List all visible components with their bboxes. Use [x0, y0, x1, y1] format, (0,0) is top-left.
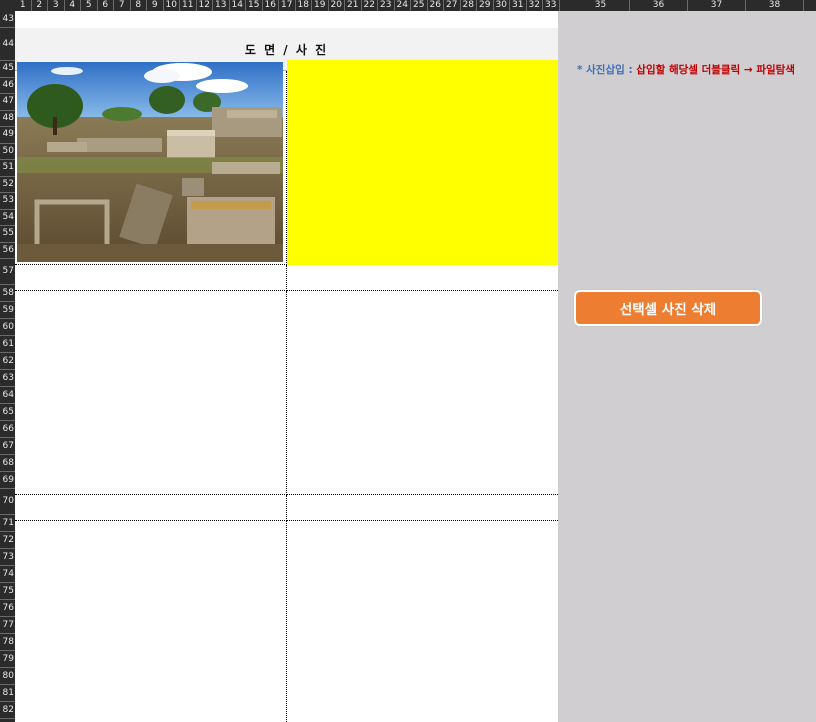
- row-header-75[interactable]: 75: [0, 583, 15, 600]
- row-header-45[interactable]: 45: [0, 61, 15, 78]
- row-header-51[interactable]: 51: [0, 160, 15, 177]
- column-header-32[interactable]: 32: [527, 0, 543, 11]
- column-header-25[interactable]: 25: [411, 0, 428, 11]
- column-header-1[interactable]: 1: [15, 0, 32, 11]
- row-header-54[interactable]: 54: [0, 210, 15, 226]
- row-header-55[interactable]: 55: [0, 226, 15, 243]
- row-header-59[interactable]: 59: [0, 302, 15, 319]
- photo-cell-right-3[interactable]: [287, 521, 558, 722]
- column-header-35[interactable]: 35: [572, 0, 630, 11]
- column-header-28[interactable]: 28: [461, 0, 477, 11]
- row-header-44[interactable]: 44: [0, 28, 15, 61]
- column-header-21[interactable]: 21: [345, 0, 362, 11]
- column-header-11[interactable]: 11: [180, 0, 197, 11]
- row-header-72[interactable]: 72: [0, 532, 15, 549]
- hint-prefix: * 사진삽입 :: [577, 64, 633, 76]
- row-header-61[interactable]: 61: [0, 336, 15, 353]
- row-header-70[interactable]: 70: [0, 489, 15, 515]
- row-header-48[interactable]: 48: [0, 111, 15, 127]
- row-header-66[interactable]: 66: [0, 421, 15, 438]
- column-header-3[interactable]: 3: [48, 0, 65, 11]
- row-header-65[interactable]: 65: [0, 404, 15, 421]
- row-header-60[interactable]: 60: [0, 319, 15, 336]
- row-header-82[interactable]: 82: [0, 702, 15, 719]
- column-header-5[interactable]: 5: [81, 0, 98, 11]
- row-header-57[interactable]: 57: [0, 259, 15, 285]
- ruins-photo-image: [17, 62, 283, 262]
- caption-cell-right-2[interactable]: [287, 495, 558, 521]
- column-header-37[interactable]: 37: [688, 0, 746, 11]
- row-header-63[interactable]: 63: [0, 370, 15, 387]
- row-header-52[interactable]: 52: [0, 177, 15, 193]
- sheet-grid[interactable]: 도 면 / 사 진: [15, 11, 558, 722]
- row-header-46[interactable]: 46: [0, 78, 15, 94]
- column-header-4[interactable]: 4: [65, 0, 81, 11]
- column-header-14[interactable]: 14: [230, 0, 246, 11]
- row-header-73[interactable]: 73: [0, 549, 15, 566]
- control-panel: * 사진삽입 : 삽입할 해당셀 더블클릭 → 파일탐색 선택셀 사진 삭제: [558, 11, 816, 722]
- column-header-26[interactable]: 26: [428, 0, 444, 11]
- row-header-50[interactable]: 50: [0, 144, 15, 160]
- column-header-31[interactable]: 31: [510, 0, 527, 11]
- column-header-10[interactable]: 10: [164, 0, 180, 11]
- column-header-bar: 1 2 3 4 5 6 7 8 9 10 11 12 13 14 15 16 17 18 19 20 21 22 23 24 2…: [0, 0, 816, 11]
- column-header-2[interactable]: 2: [32, 0, 48, 11]
- row-header-67[interactable]: 67: [0, 438, 15, 455]
- column-header-19[interactable]: 19: [312, 0, 329, 11]
- column-header-24[interactable]: 24: [395, 0, 411, 11]
- row-header-47[interactable]: 47: [0, 94, 15, 111]
- row-header-62[interactable]: 62: [0, 353, 15, 370]
- inserted-photo[interactable]: [17, 62, 283, 262]
- column-header-12[interactable]: 12: [197, 0, 213, 11]
- column-header-33[interactable]: 33: [543, 0, 560, 11]
- column-header-8[interactable]: 8: [131, 0, 147, 11]
- row-header-64[interactable]: 64: [0, 387, 15, 404]
- column-header-15[interactable]: 15: [246, 0, 263, 11]
- column-header-20[interactable]: 20: [329, 0, 345, 11]
- caption-cell-right[interactable]: [287, 265, 558, 291]
- row-header-71[interactable]: 71: [0, 515, 15, 532]
- column-header-17[interactable]: 17: [279, 0, 296, 11]
- column-header-13[interactable]: 13: [213, 0, 230, 11]
- column-header-30[interactable]: 30: [494, 0, 510, 11]
- row-header-68[interactable]: 68: [0, 455, 15, 472]
- row-header-77[interactable]: 77: [0, 617, 15, 634]
- delete-selected-photo-button[interactable]: 선택셀 사진 삭제: [574, 290, 762, 326]
- row-header-79[interactable]: 79: [0, 651, 15, 668]
- row-header-69[interactable]: 69: [0, 472, 15, 489]
- column-header-6[interactable]: 6: [98, 0, 114, 11]
- row-header-80[interactable]: 80: [0, 668, 15, 685]
- photo-cell-right-selected[interactable]: [287, 60, 558, 265]
- column-header-36[interactable]: 36: [630, 0, 688, 11]
- column-header-16[interactable]: 16: [263, 0, 279, 11]
- row-header-56[interactable]: 56: [0, 243, 15, 259]
- row-header-74[interactable]: 74: [0, 566, 15, 583]
- row-header-43[interactable]: 43: [0, 11, 15, 28]
- row-header-78[interactable]: 78: [0, 634, 15, 651]
- photo-cell-right-2[interactable]: [287, 291, 558, 495]
- photo-cell-left-2[interactable]: [15, 291, 287, 495]
- column-header-23[interactable]: 23: [378, 0, 395, 11]
- column-header-27[interactable]: 27: [444, 0, 461, 11]
- row-header-81[interactable]: 81: [0, 685, 15, 702]
- row-header-76[interactable]: 76: [0, 600, 15, 617]
- column-header-22[interactable]: 22: [362, 0, 378, 11]
- insert-photo-hint: * 사진삽입 : 삽입할 해당셀 더블클릭 → 파일탐색: [577, 62, 795, 77]
- row-header-49[interactable]: 49: [0, 127, 15, 144]
- horizontal-scroll-thumb[interactable]: [165, 717, 241, 722]
- column-header-9[interactable]: 9: [147, 0, 164, 11]
- row-header-53[interactable]: 53: [0, 193, 15, 210]
- caption-cell-left[interactable]: [15, 265, 287, 291]
- column-header-7[interactable]: 7: [114, 0, 131, 11]
- row-header-58[interactable]: 58: [0, 285, 15, 302]
- photo-cell-left-3[interactable]: [15, 521, 287, 722]
- caption-cell-left-2[interactable]: [15, 495, 287, 521]
- hint-text: 삽입할 해당셀 더블클릭 → 파일탐색: [632, 64, 795, 76]
- column-header-38[interactable]: 38: [746, 0, 804, 11]
- column-header-29[interactable]: 29: [477, 0, 494, 11]
- column-header-18[interactable]: 18: [296, 0, 312, 11]
- row-header-bar: 43 44 45 46 47 48 49 50 51 52 53 54 55 56 57 58 59 60 61 62…: [0, 11, 15, 722]
